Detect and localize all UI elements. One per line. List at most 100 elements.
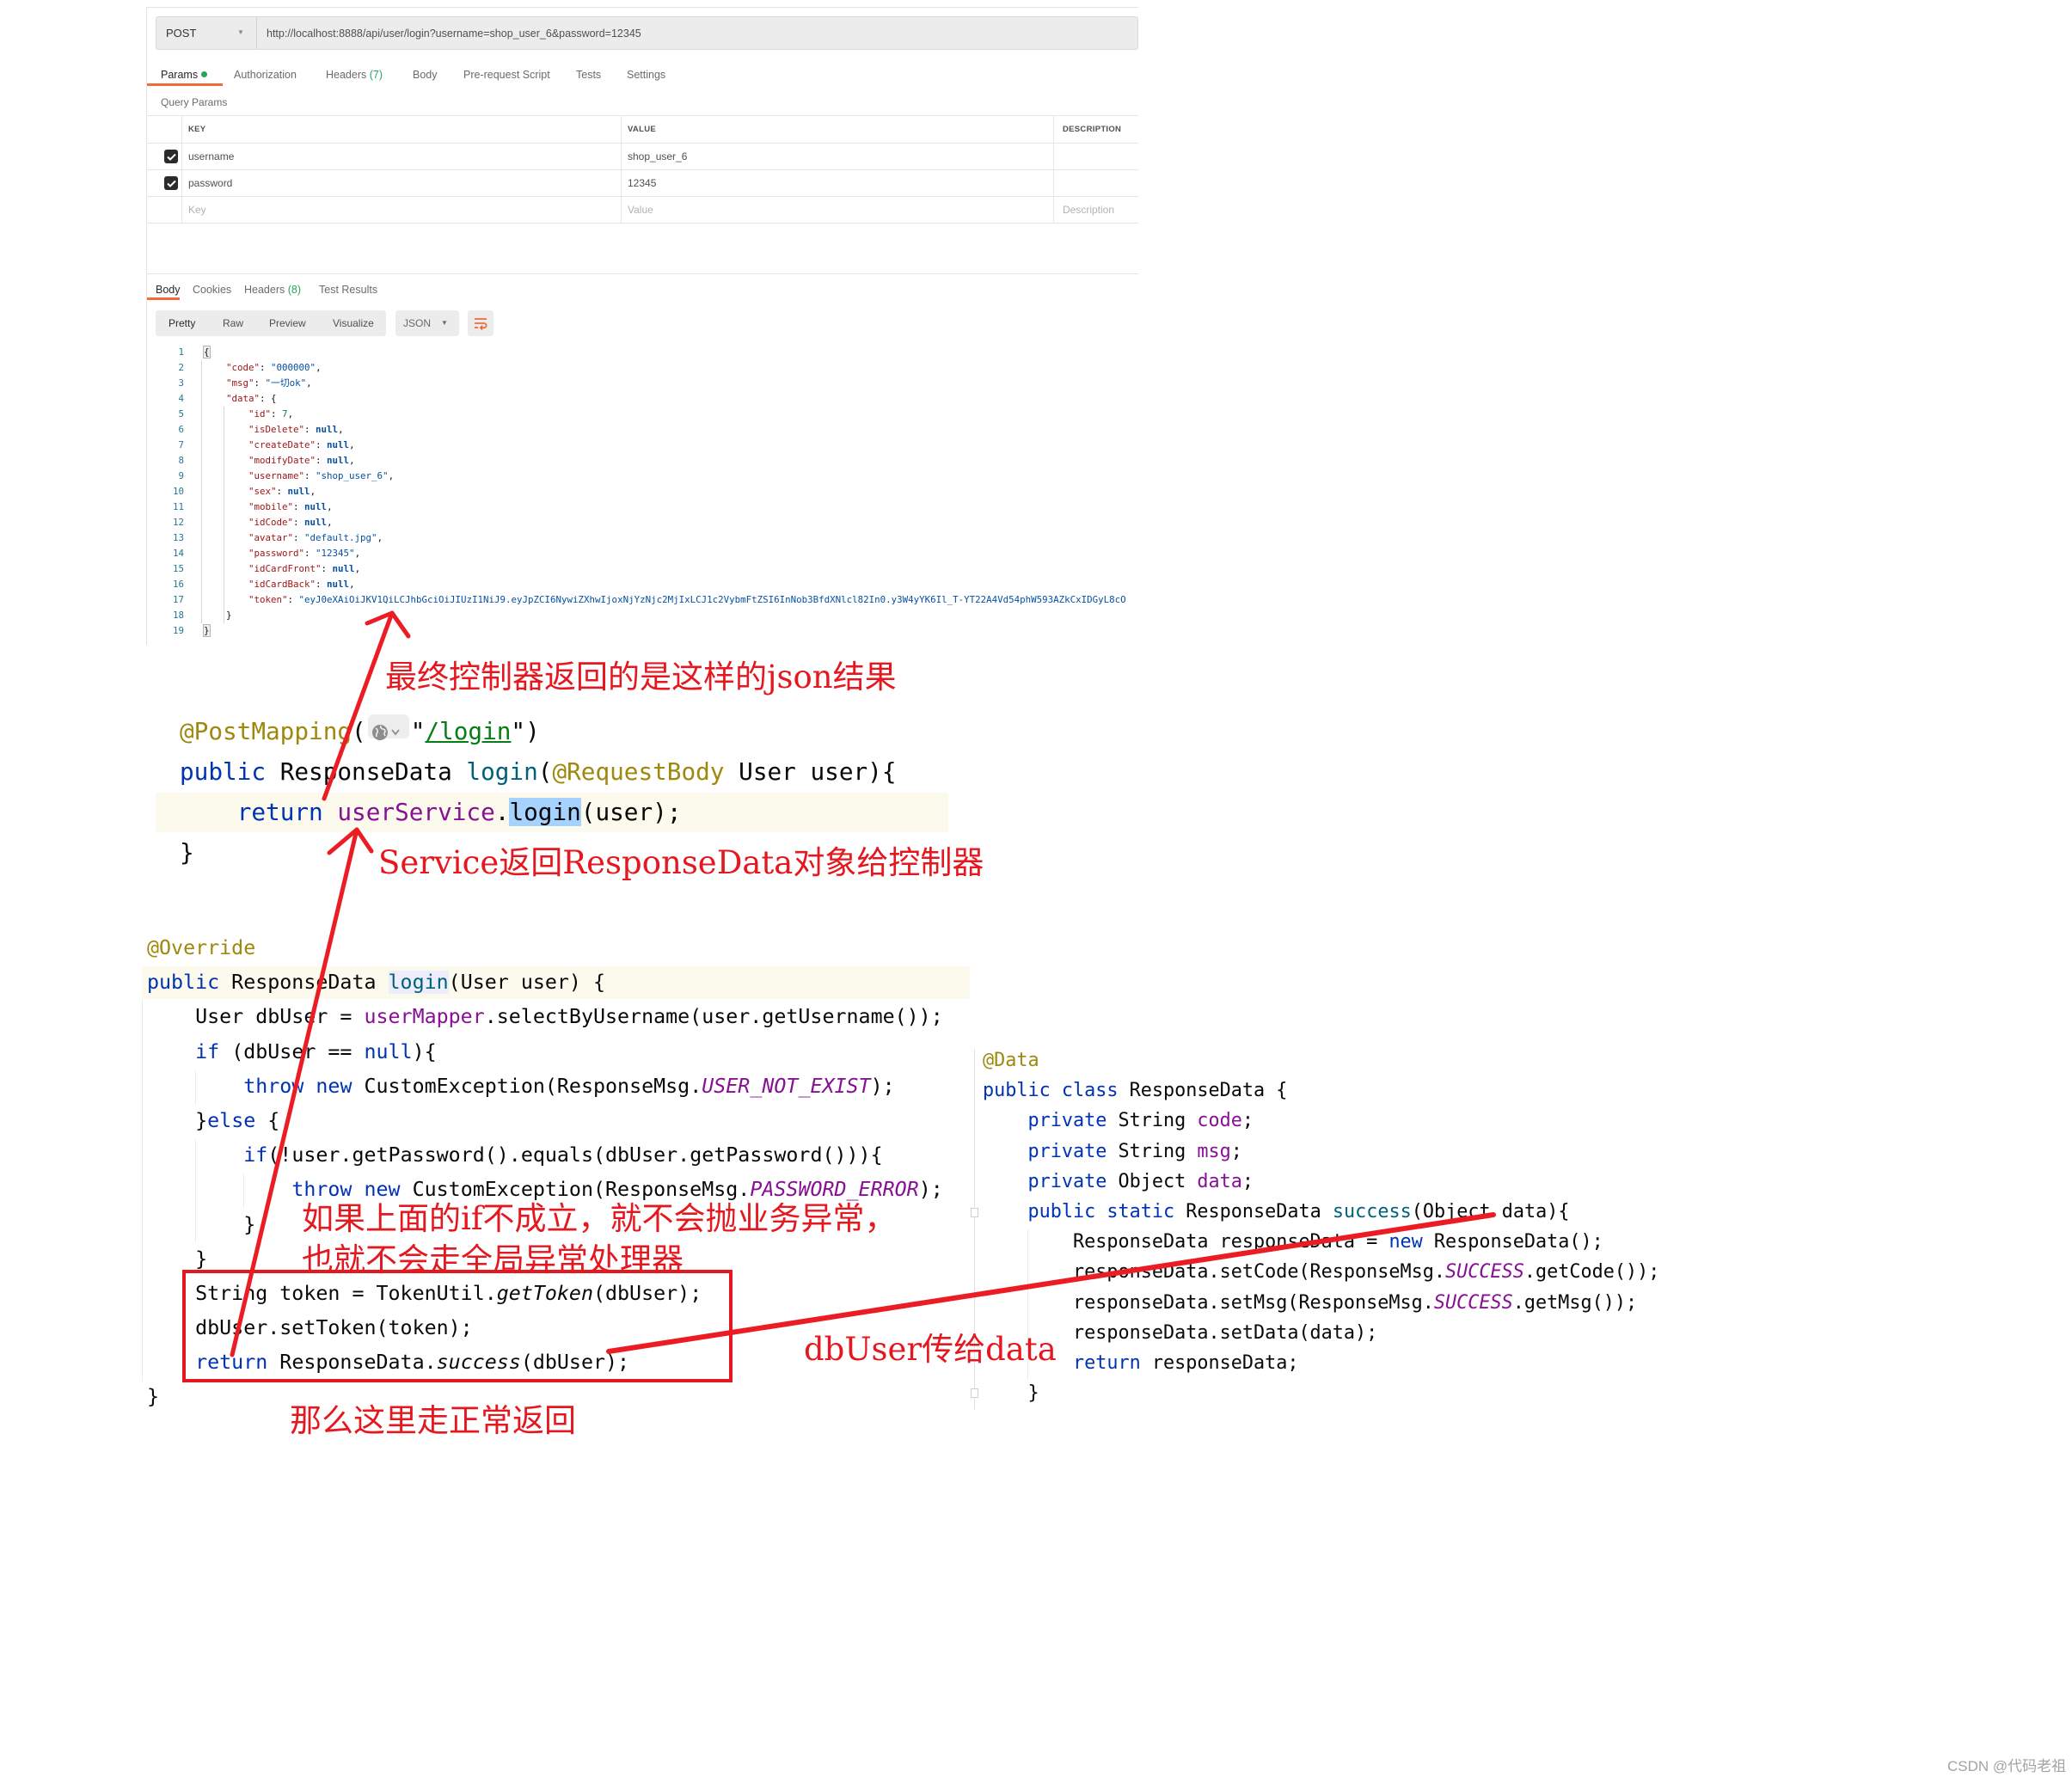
param-checkbox[interactable] (164, 176, 178, 190)
request-response-divider[interactable] (146, 273, 1138, 274)
code-line: 8 "modifyDate": null, (158, 453, 1138, 469)
line-content: if (dbUser == null){ (147, 1040, 437, 1063)
tab-label: Body (156, 284, 181, 296)
url-input[interactable]: http://localhost:8888/api/user/login?use… (257, 17, 641, 49)
tab-label: Body (413, 69, 438, 81)
code-token: ; (1230, 1140, 1242, 1162)
response-tab-test-results[interactable]: Test Results (319, 283, 377, 297)
tab-count: (7) (369, 69, 383, 81)
code-token: : (293, 501, 305, 512)
tab-headers[interactable]: Headers (7) (326, 68, 383, 82)
code-token: } (147, 1247, 208, 1271)
tab-body[interactable]: Body (413, 68, 438, 82)
view-mode-raw[interactable]: Raw (223, 317, 243, 329)
response-tab-body[interactable]: Body (156, 283, 181, 297)
param-key-cell[interactable]: username (182, 144, 622, 170)
chevron-down-icon: ▼ (237, 28, 244, 36)
new-key-input[interactable]: Key (182, 197, 622, 224)
normal-return-note: 那么这里走正常返回 (290, 1402, 576, 1439)
code-token: null (327, 439, 350, 450)
line-content: private Object data; (983, 1171, 1254, 1192)
line-number: 10 (172, 486, 184, 497)
code-token: return (236, 798, 323, 826)
wrap-lines-button[interactable] (468, 310, 493, 336)
new-description-input[interactable]: Description (1054, 197, 1138, 224)
code-token: (user); (580, 798, 682, 826)
code-token: } (226, 610, 232, 621)
fold-marker-icon[interactable] (971, 1388, 978, 1398)
code-token: success (1332, 1200, 1412, 1222)
code-token: "password" (248, 548, 305, 559)
code-token: "mobile" (248, 501, 294, 512)
dbuser-to-data-note: dbUser传给data (804, 1331, 1057, 1368)
code-token: "modifyDate" (248, 455, 316, 466)
tab-pre-request-script[interactable]: Pre-request Script (463, 68, 550, 82)
code-token: @RequestBody (552, 757, 725, 786)
code-token: public (1027, 1200, 1096, 1222)
code-token: : (287, 594, 299, 605)
line-content: "avatar": "default.jpg", (184, 530, 383, 546)
line-content: public static ResponseData success(Objec… (983, 1200, 1570, 1222)
code-token: ResponseData { (1118, 1080, 1288, 1102)
code-token: "data" (226, 393, 261, 404)
line-number: 8 (178, 455, 184, 466)
code-line: 1{ (158, 345, 1138, 360)
new-value-input[interactable]: Value (622, 197, 1054, 224)
param-description-cell[interactable] (1054, 144, 1138, 170)
code-token: User dbUser = (147, 1005, 365, 1029)
tab-settings[interactable]: Settings (627, 68, 665, 82)
code-token: null (332, 563, 355, 574)
format-select[interactable]: JSON ▼ (395, 310, 459, 336)
params-table: KEY VALUE DESCRIPTION username shop_user… (146, 115, 1138, 224)
line-content: "idCardBack": null, (184, 577, 355, 592)
code-line: 7 "createDate": null, (158, 438, 1138, 453)
code-line: 12 "idCode": null, (158, 515, 1138, 530)
tab-tests[interactable]: Tests (576, 68, 601, 82)
code-token: .selectByUsername(user.getUsername()); (484, 1005, 943, 1029)
fold-marker-icon[interactable] (971, 1208, 978, 1217)
code-token: } (147, 1212, 256, 1236)
response-tab-headers[interactable]: Headers (8) (244, 283, 301, 297)
code-token: login (466, 757, 538, 786)
code-token: /login (425, 717, 512, 745)
param-checkbox[interactable] (164, 150, 178, 163)
code-token: (Object data){ (1411, 1200, 1570, 1222)
param-value-cell[interactable]: shop_user_6 (622, 144, 1054, 170)
code-line: 4 "data": { (158, 391, 1138, 407)
header-cell-value: VALUE (622, 116, 1054, 144)
code-token: "idCode" (248, 517, 294, 528)
param-description-cell[interactable] (1054, 170, 1138, 197)
code-line: 15 "idCardFront": null, (158, 561, 1138, 577)
view-mode-visualize[interactable]: Visualize (333, 317, 374, 329)
line-content: responseData.setCode(ResponseMsg.SUCCESS… (983, 1261, 1659, 1283)
globe-icon[interactable] (367, 714, 409, 740)
code-token: : (293, 517, 305, 528)
code-token: "idCardBack" (248, 579, 316, 590)
code-line: if (dbUser == null){ (147, 1035, 943, 1069)
line-content: { (184, 345, 211, 360)
param-key-cell[interactable]: password (182, 170, 622, 197)
response-tab-cookies[interactable]: Cookies (193, 283, 231, 297)
param-value-cell[interactable]: 12345 (622, 170, 1054, 197)
method-select[interactable]: POST ▼ (156, 17, 257, 49)
code-line: 16 "idCardBack": null, (158, 577, 1138, 592)
code-token: public (147, 971, 220, 995)
code-token: : (260, 362, 272, 373)
editor-left-border (142, 999, 143, 1382)
line-content: "msg": "一切ok", (184, 376, 312, 391)
view-mode-preview[interactable]: Preview (269, 317, 306, 329)
view-mode-pretty[interactable]: Pretty (169, 317, 195, 329)
tab-label: Test Results (319, 284, 378, 296)
line-content: }else { (147, 1109, 279, 1132)
code-token: new (316, 1074, 352, 1098)
tab-params[interactable]: Params (161, 68, 208, 82)
code-token: String (1106, 1140, 1198, 1162)
code-line: 9 "username": "shop_user_6", (158, 469, 1138, 484)
code-token: , (349, 579, 355, 590)
line-content: } (180, 838, 194, 867)
tab-authorization[interactable]: Authorization (234, 68, 297, 82)
